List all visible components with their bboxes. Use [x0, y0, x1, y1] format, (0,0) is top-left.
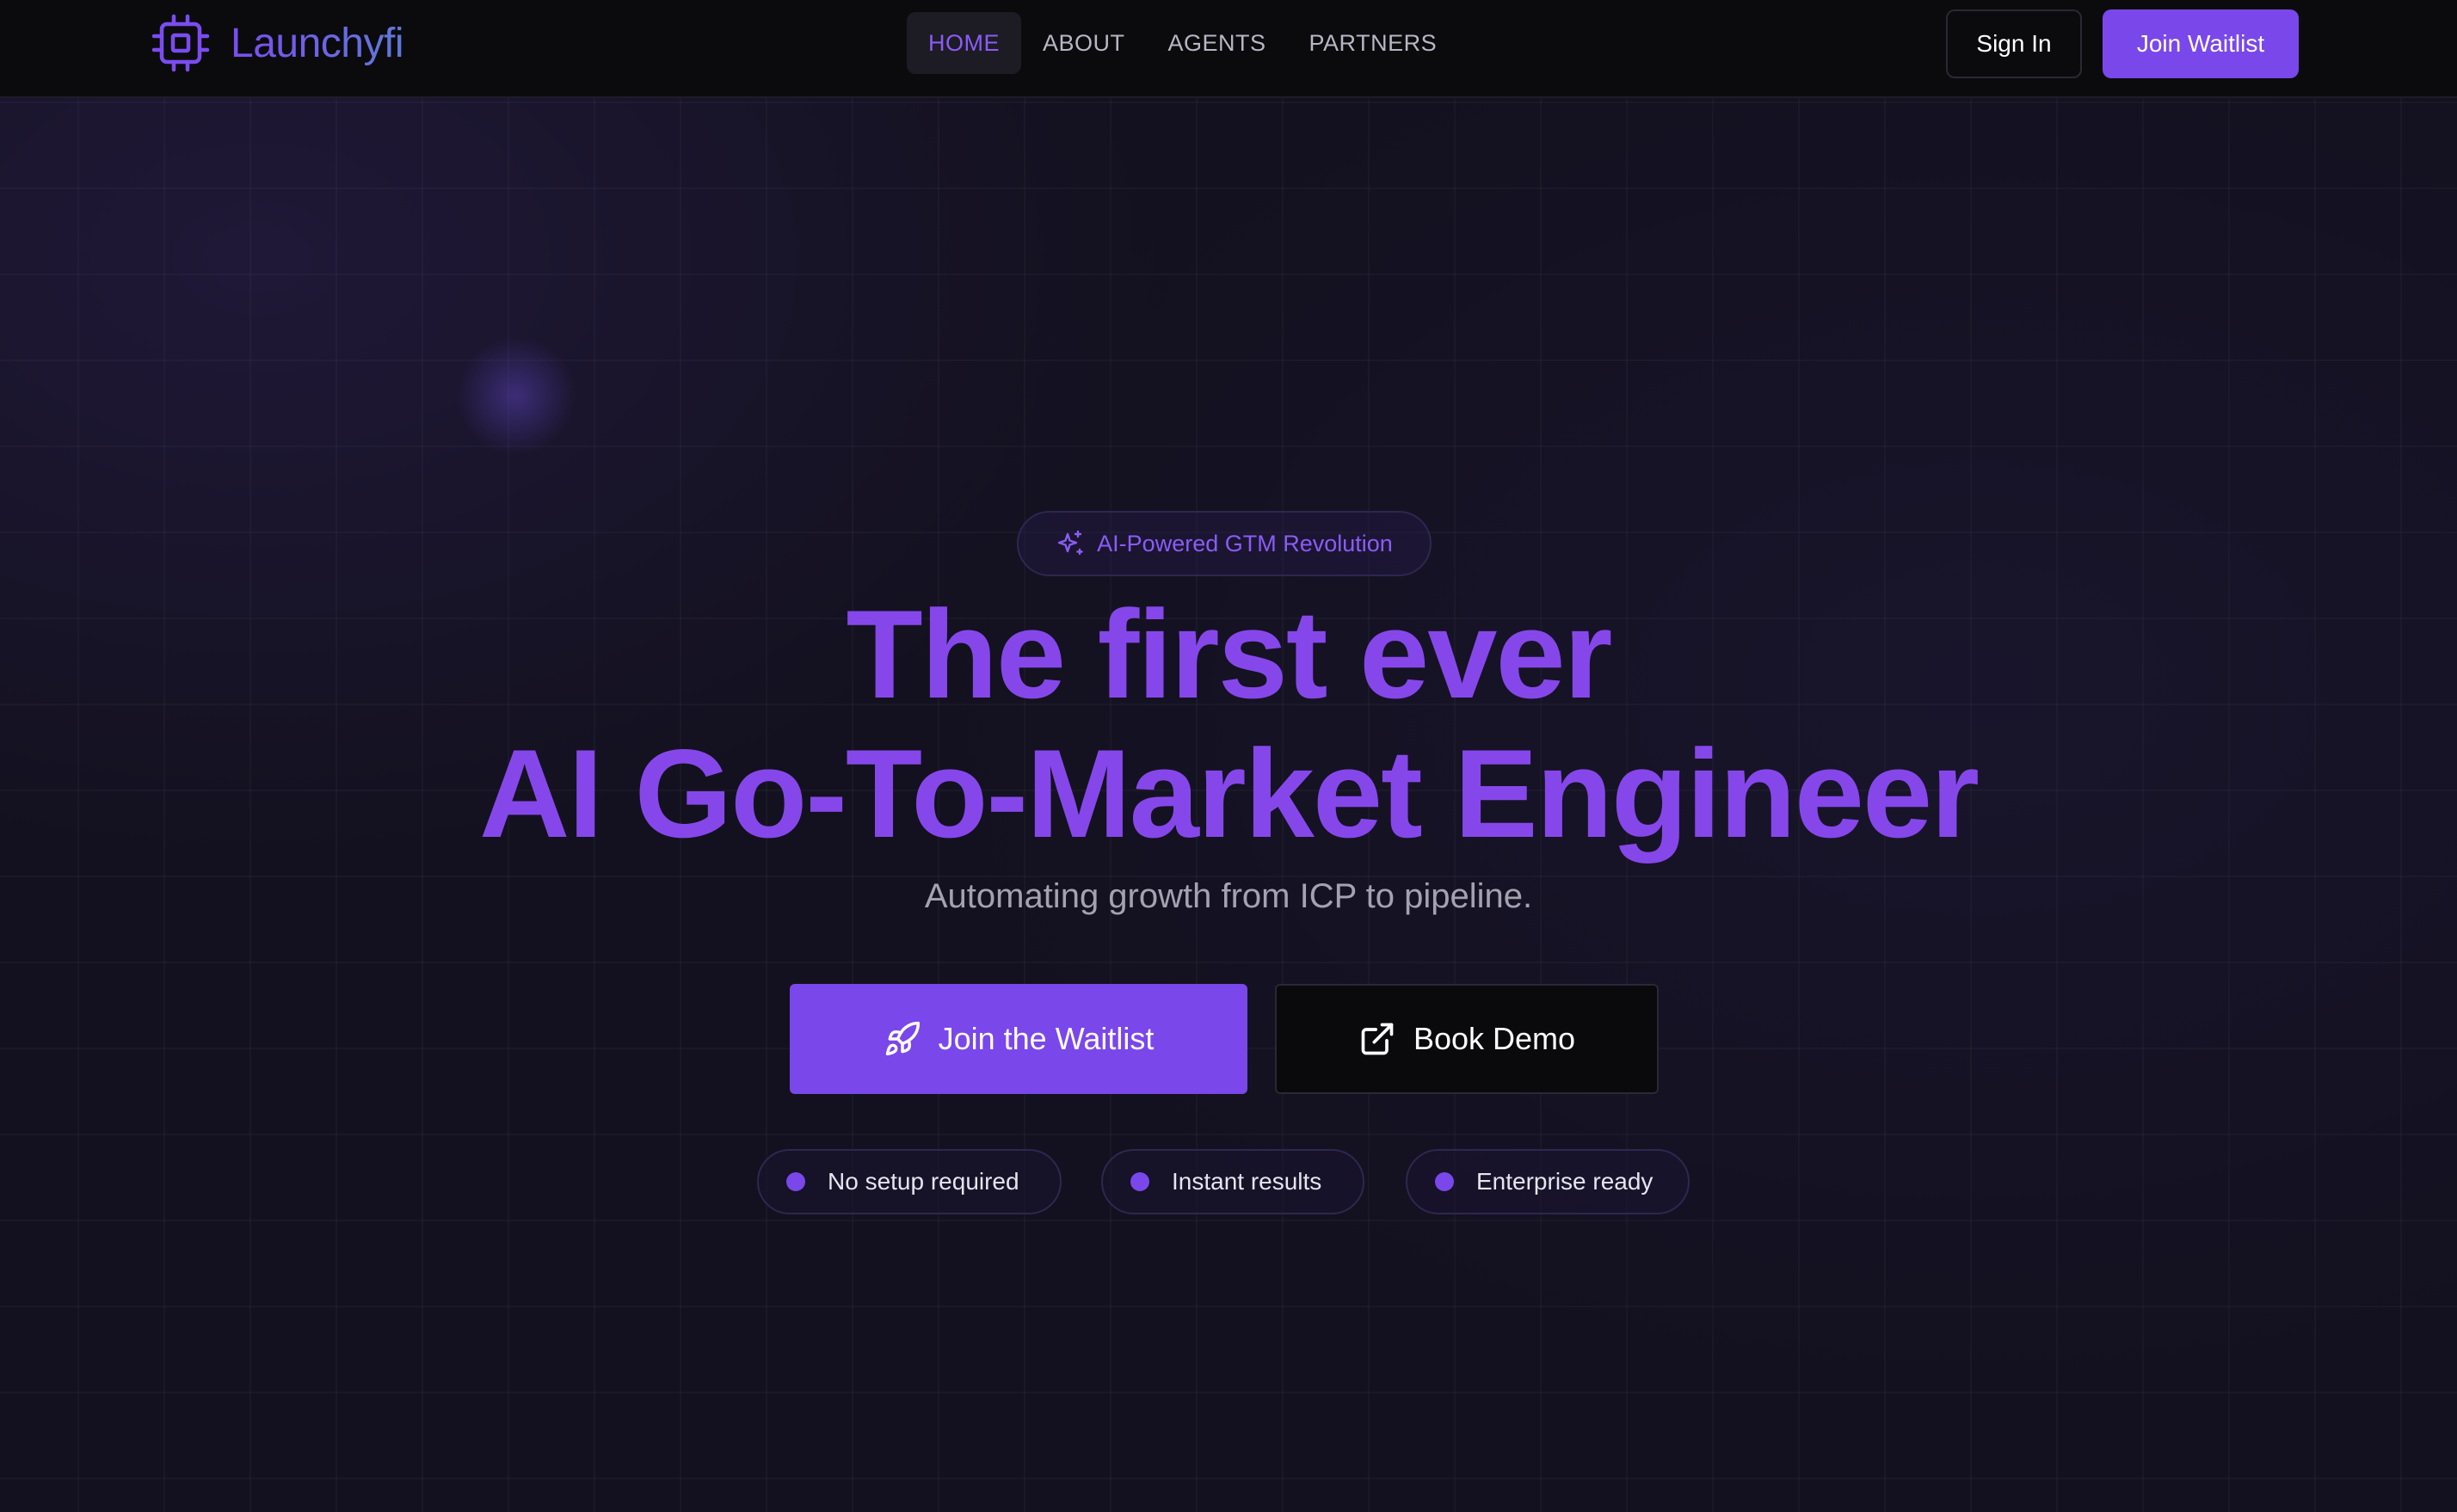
nav-links: HOME ABOUT AGENTS PARTNERS [907, 12, 1458, 74]
join-waitlist-label: Join the Waitlist [938, 1021, 1155, 1056]
navbar: Launchyfi HOME ABOUT AGENTS PARTNERS Sig… [0, 0, 2457, 98]
sparkles-icon [1057, 530, 1083, 556]
brand-name: Launchyfi [231, 20, 403, 66]
hero-badge: AI-Powered GTM Revolution [1017, 511, 1432, 576]
join-waitlist-button[interactable]: Join the Waitlist [790, 984, 1247, 1094]
book-demo-button[interactable]: Book Demo [1275, 984, 1659, 1094]
feature-pill-enterprise-ready: Enterprise ready [1406, 1149, 1690, 1214]
hero-subtitle: Automating growth from ICP to pipeline. [924, 877, 1533, 915]
hero-title-line2: AI Go-To-Market Engineer [479, 723, 1980, 864]
nav-link-agents[interactable]: AGENTS [1147, 12, 1288, 74]
brand-logo[interactable]: Launchyfi [151, 14, 403, 72]
nav-link-home[interactable]: HOME [907, 12, 1021, 74]
feature-pill-no-setup: No setup required [757, 1149, 1062, 1214]
bullet-dot-icon [1130, 1172, 1149, 1191]
feature-pill-label: No setup required [828, 1168, 1019, 1195]
feature-pill-label: Instant results [1172, 1168, 1322, 1195]
sign-in-button[interactable]: Sign In [1946, 9, 2082, 78]
bullet-dot-icon [1435, 1172, 1454, 1191]
nav-link-partners[interactable]: PARTNERS [1288, 12, 1459, 74]
join-waitlist-nav-button[interactable]: Join Waitlist [2103, 9, 2299, 78]
feature-pill-instant-results: Instant results [1101, 1149, 1364, 1214]
chip-icon [151, 14, 210, 72]
background-glow [456, 335, 576, 456]
nav-link-about[interactable]: ABOUT [1021, 12, 1147, 74]
hero-title-line1: The first ever [846, 584, 1613, 724]
bullet-dot-icon [786, 1172, 805, 1191]
external-link-icon [1361, 1023, 1394, 1055]
hero-badge-label: AI-Powered GTM Revolution [1097, 530, 1393, 556]
page: Launchyfi HOME ABOUT AGENTS PARTNERS Sig… [0, 0, 2457, 1512]
book-demo-label: Book Demo [1413, 1021, 1576, 1056]
hero-title: The first ever AI Go-To-Market Engineer [0, 585, 2457, 864]
rocket-icon [885, 1021, 920, 1056]
feature-pill-label: Enterprise ready [1476, 1168, 1653, 1195]
